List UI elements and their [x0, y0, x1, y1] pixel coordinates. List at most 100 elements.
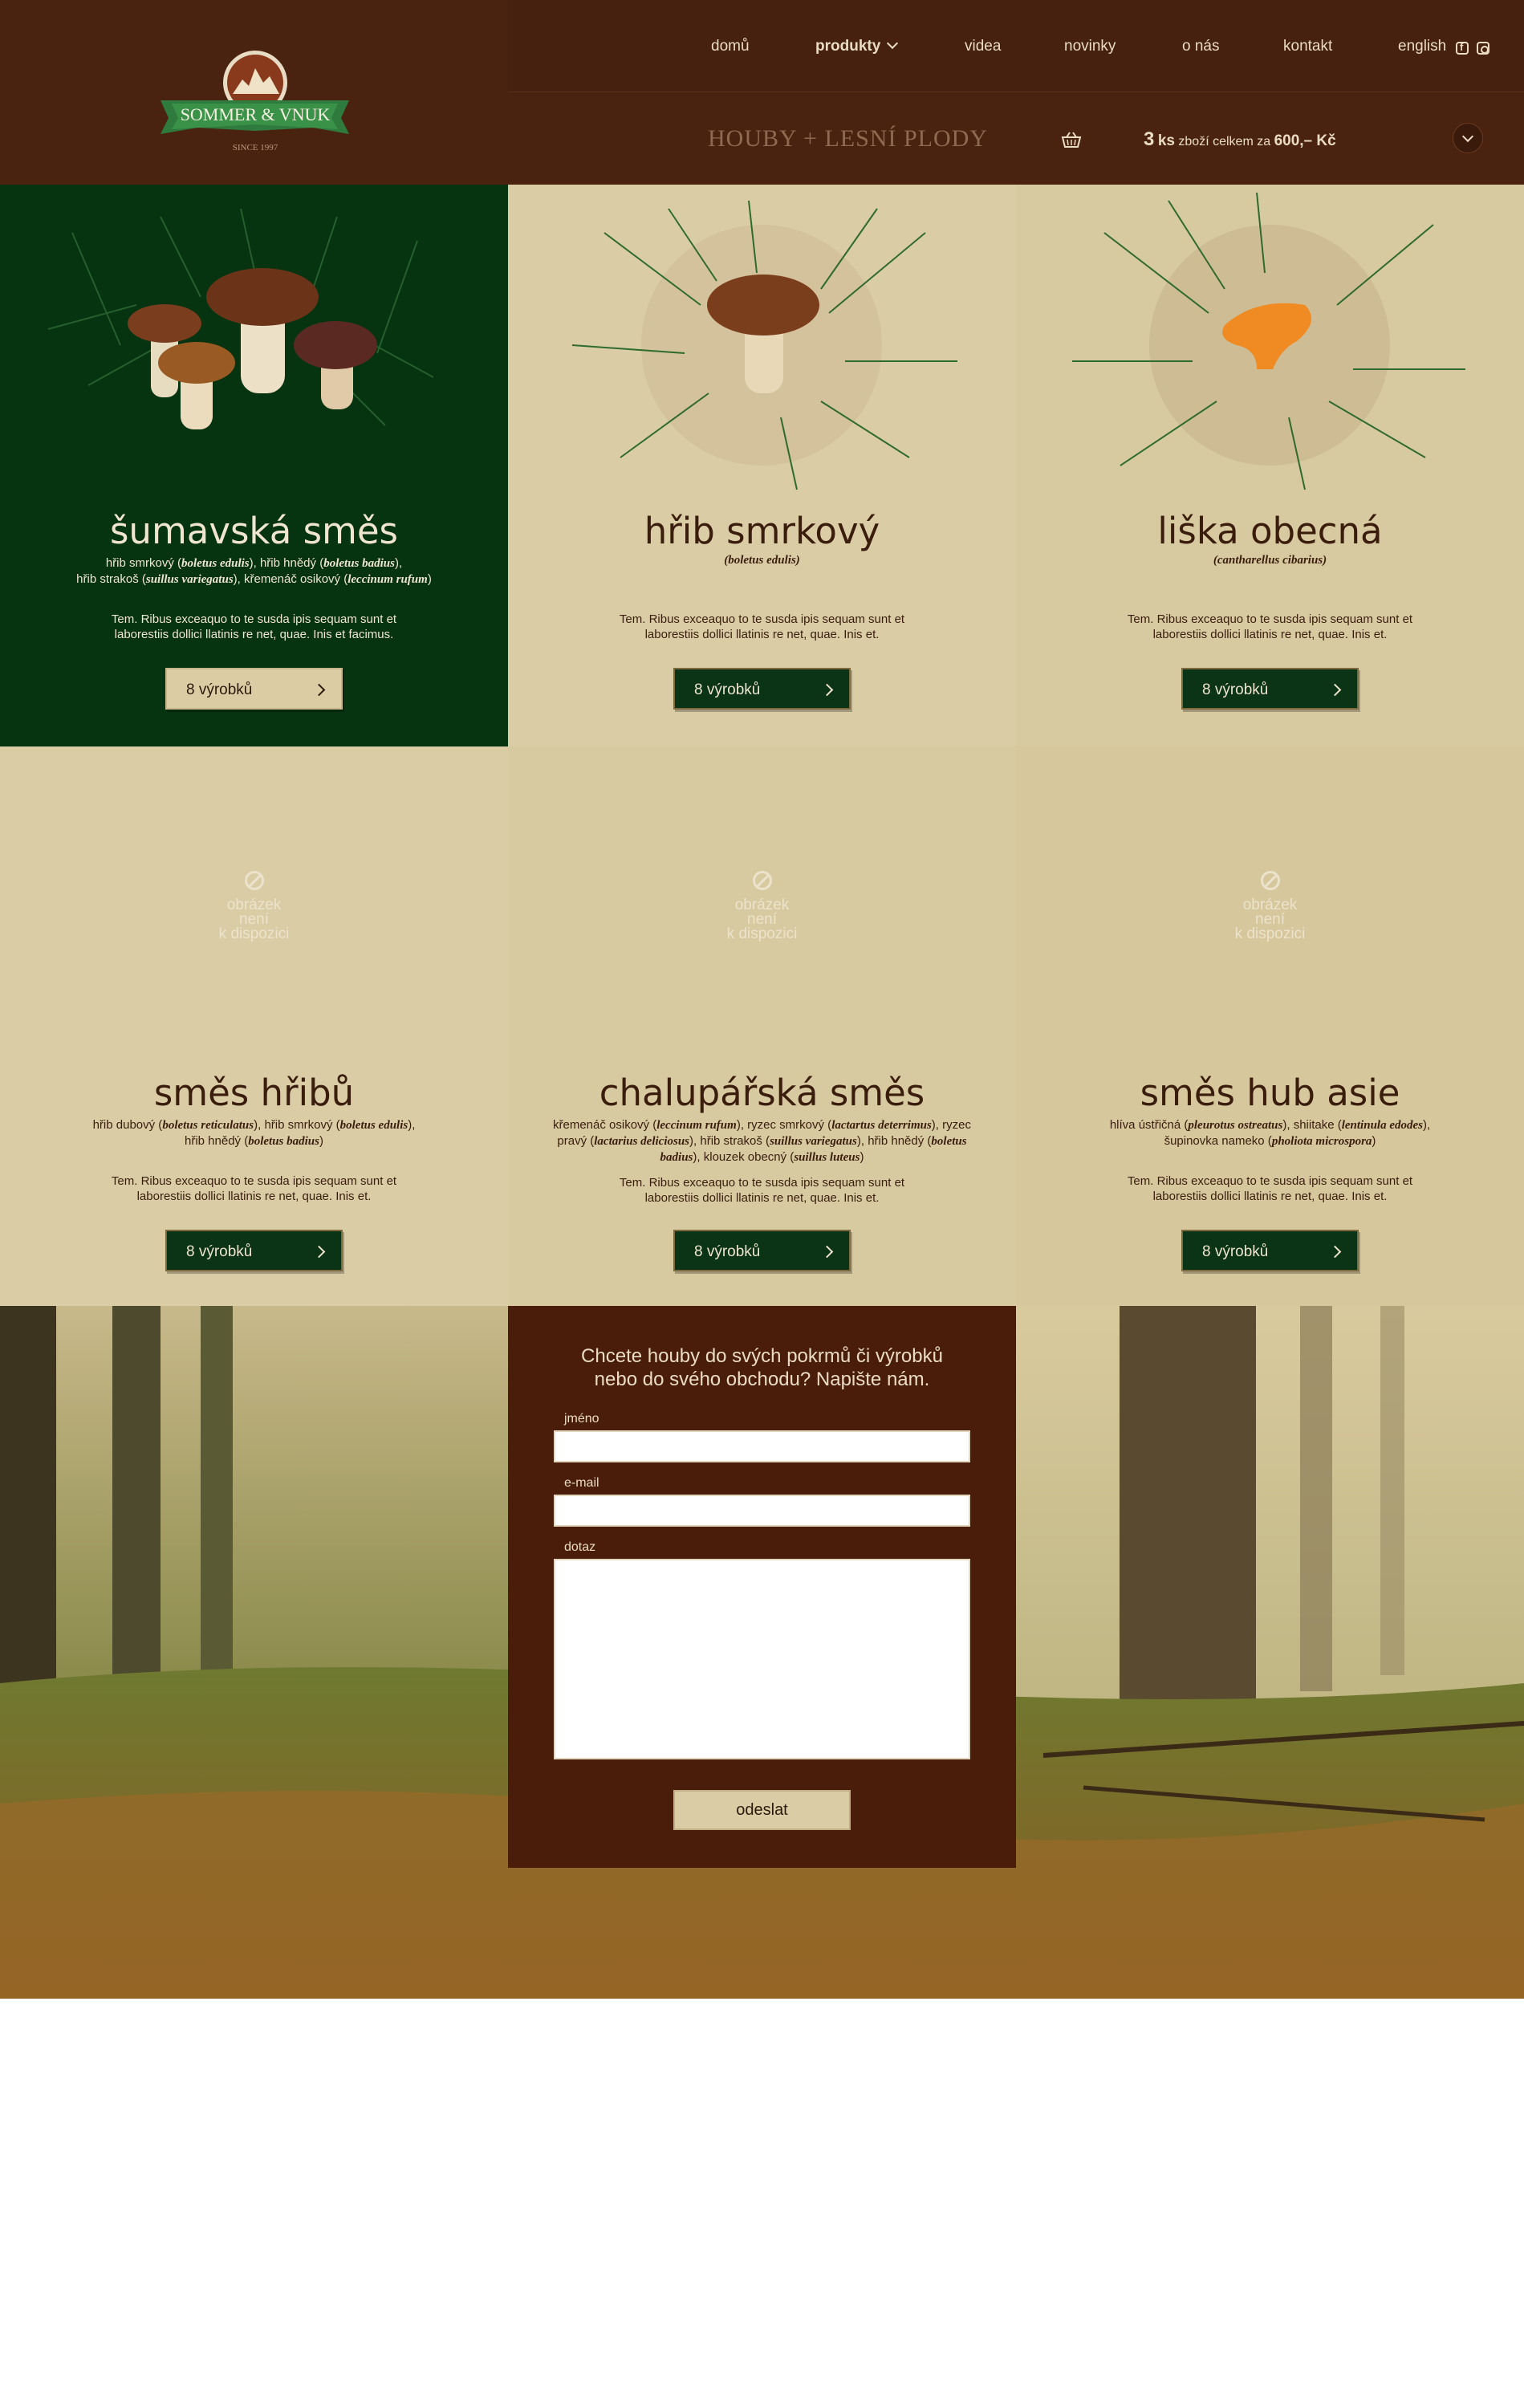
- species-latin: boletus badius: [248, 1135, 319, 1148]
- species-latin: boletus edulis: [181, 557, 250, 570]
- sub-header: [508, 92, 1524, 185]
- nav-contact[interactable]: kontakt: [1283, 38, 1332, 55]
- product-description: Tem. Ribus exceaquo to te susda ipis seq…: [1127, 1174, 1413, 1203]
- brand-logo[interactable]: SOMMER & VNUK SINCE 1997: [152, 44, 357, 157]
- product-tile-smes-hribu[interactable]: obrázek není k dispozici směs hřibů hřib…: [0, 746, 508, 1308]
- logo-area: SOMMER & VNUK SINCE 1997: [0, 0, 508, 185]
- product-species: křemenáč osikový (leccinum rufum), ryzec…: [553, 1118, 971, 1164]
- species-latin: pleurotus ostreatus: [1188, 1119, 1283, 1132]
- chevron-right-icon: [820, 683, 834, 697]
- species-name: hřib dubový: [92, 1118, 156, 1132]
- species-latin: boletus edulis: [339, 1119, 408, 1132]
- no-image-icon: [244, 871, 264, 890]
- nav-videos[interactable]: videa: [965, 38, 1001, 55]
- products-button-label: 8 výrobků: [186, 1243, 253, 1260]
- product-species: hřib dubový (boletus reticulatus), hřib …: [92, 1118, 416, 1148]
- product-description: Tem. Ribus exceaquo to te susda ipis seq…: [619, 1176, 905, 1205]
- name-label: jméno: [564, 1412, 599, 1426]
- species-name: hřib smrkový: [105, 556, 174, 570]
- products-button[interactable]: 8 výrobků: [1181, 668, 1359, 710]
- species-name: hřib smrkový: [264, 1118, 333, 1132]
- products-button-label: 8 výrobků: [1202, 681, 1269, 698]
- chanterelle-image: [1072, 192, 1465, 490]
- expand-cart-button[interactable]: [1453, 123, 1483, 153]
- nav-home[interactable]: domů: [711, 38, 750, 55]
- email-field[interactable]: [554, 1495, 970, 1527]
- submit-button[interactable]: odeslat: [673, 1790, 851, 1830]
- species-name: shiitake: [1293, 1118, 1335, 1132]
- species-latin: lentinula edodes: [1341, 1119, 1423, 1132]
- product-species: hlíva ústřičná (pleurotus ostreatus), sh…: [1109, 1118, 1431, 1148]
- product-description: Tem. Ribus exceaquo to te susda ipis seq…: [111, 612, 397, 641]
- species-latin: lactarius deliciosus: [594, 1135, 690, 1148]
- species-name: šupinovka nameko: [1164, 1134, 1265, 1148]
- placeholder-line: k dispozici: [218, 925, 290, 942]
- no-image-placeholder: obrázek není k dispozici: [1016, 871, 1524, 942]
- species-name: křemenáč osikový: [244, 572, 341, 586]
- nav-products-label: produkty: [815, 38, 881, 55]
- email-label: e-mail: [564, 1476, 599, 1490]
- nav-news[interactable]: novinky: [1064, 38, 1116, 55]
- chevron-right-icon: [312, 1245, 326, 1259]
- cart-count: 3: [1144, 128, 1155, 150]
- contact-heading-line: nebo do svého obchodu? Napište nám.: [594, 1369, 930, 1390]
- product-species: hřib smrkový (boletus edulis), hřib hněd…: [76, 556, 432, 586]
- porcini-image: [571, 200, 957, 490]
- products-button[interactable]: 8 výrobků: [165, 1230, 343, 1271]
- species-latin: leccinum rufum: [656, 1119, 737, 1132]
- species-name: hřib hnědý: [259, 556, 317, 570]
- species-name: hlíva ústřičná: [1109, 1118, 1181, 1132]
- species-name: klouzek obecný: [703, 1150, 787, 1164]
- product-tile-hrib-smrkovy[interactable]: hřib smrkový (boletus edulis) Tem. Ribus…: [508, 185, 1016, 746]
- chevron-right-icon: [1328, 1245, 1342, 1259]
- products-button-label: 8 výrobků: [694, 681, 761, 698]
- species-name: hřib hnědý: [868, 1134, 925, 1148]
- nav-products[interactable]: produkty: [815, 37, 899, 55]
- species-latin: boletus badius: [323, 557, 395, 570]
- instagram-icon[interactable]: [1477, 42, 1489, 55]
- nav-about[interactable]: o nás: [1182, 38, 1219, 55]
- species-name: křemenáč osikový: [553, 1118, 650, 1132]
- species-latin: boletus reticulatus: [162, 1119, 254, 1132]
- products-button[interactable]: 8 výrobků: [165, 668, 343, 710]
- brand-since: SINCE 1997: [233, 143, 278, 153]
- cart-summary[interactable]: 3 ks zboží celkem za 600,– Kč: [1144, 128, 1336, 151]
- header: SOMMER & VNUK SINCE 1997 domů produkty v…: [0, 0, 1524, 185]
- species-latin: suillus variegatus: [145, 573, 234, 586]
- product-tile-smes-hub-asie[interactable]: obrázek není k dispozici směs hub asie h…: [1016, 746, 1524, 1308]
- query-textarea[interactable]: [554, 1559, 970, 1759]
- no-image-icon: [1260, 871, 1280, 890]
- chevron-down-icon: [1461, 130, 1474, 143]
- product-tile-sumavska-smes[interactable]: šumavská směs hřib smrkový (boletus edul…: [0, 185, 508, 746]
- name-field[interactable]: [554, 1430, 970, 1462]
- product-title: směs hub asie: [1140, 1072, 1400, 1114]
- brand-name: SOMMER & VNUK: [181, 104, 331, 124]
- products-button[interactable]: 8 výrobků: [1181, 1230, 1359, 1271]
- products-button[interactable]: 8 výrobků: [673, 1230, 851, 1271]
- product-title: hřib smrkový: [644, 510, 880, 552]
- query-label: dotaz: [564, 1540, 596, 1554]
- product-description: Tem. Ribus exceaquo to te susda ipis seq…: [619, 612, 905, 641]
- product-title: směs hřibů: [153, 1072, 355, 1114]
- no-image-icon: [752, 871, 772, 890]
- nav-english[interactable]: english: [1398, 38, 1446, 55]
- no-image-placeholder: obrázek není k dispozici: [508, 871, 1016, 942]
- product-description: Tem. Ribus exceaquo to te susda ipis seq…: [1127, 612, 1413, 641]
- products-button-label: 8 výrobků: [694, 1243, 761, 1260]
- no-image-placeholder: obrázek není k dispozici: [0, 871, 508, 942]
- product-title: šumavská směs: [109, 510, 398, 552]
- basket-icon[interactable]: [1061, 131, 1082, 148]
- species-latin: lactartus deterrimus: [831, 1119, 932, 1132]
- product-tile-chaluparska-smes[interactable]: obrázek není k dispozici chalupářská smě…: [508, 746, 1016, 1308]
- products-button[interactable]: 8 výrobků: [673, 668, 851, 710]
- product-description: Tem. Ribus exceaquo to te susda ipis seq…: [111, 1174, 397, 1203]
- product-title: liška obecná: [1157, 510, 1383, 552]
- species-latin: suillus luteus: [794, 1151, 860, 1164]
- species-name: hřib strakoš: [700, 1134, 762, 1148]
- products-button-label: 8 výrobků: [186, 681, 253, 698]
- facebook-icon[interactable]: [1456, 41, 1469, 55]
- products-button-label: 8 výrobků: [1202, 1243, 1269, 1260]
- contact-form: Chcete houby do svých pokrmů či výrobků …: [508, 1306, 1016, 1868]
- placeholder-line: k dispozici: [726, 925, 798, 942]
- product-tile-liska-obecna[interactable]: liška obecná (cantharellus cibarius) Tem…: [1016, 185, 1524, 746]
